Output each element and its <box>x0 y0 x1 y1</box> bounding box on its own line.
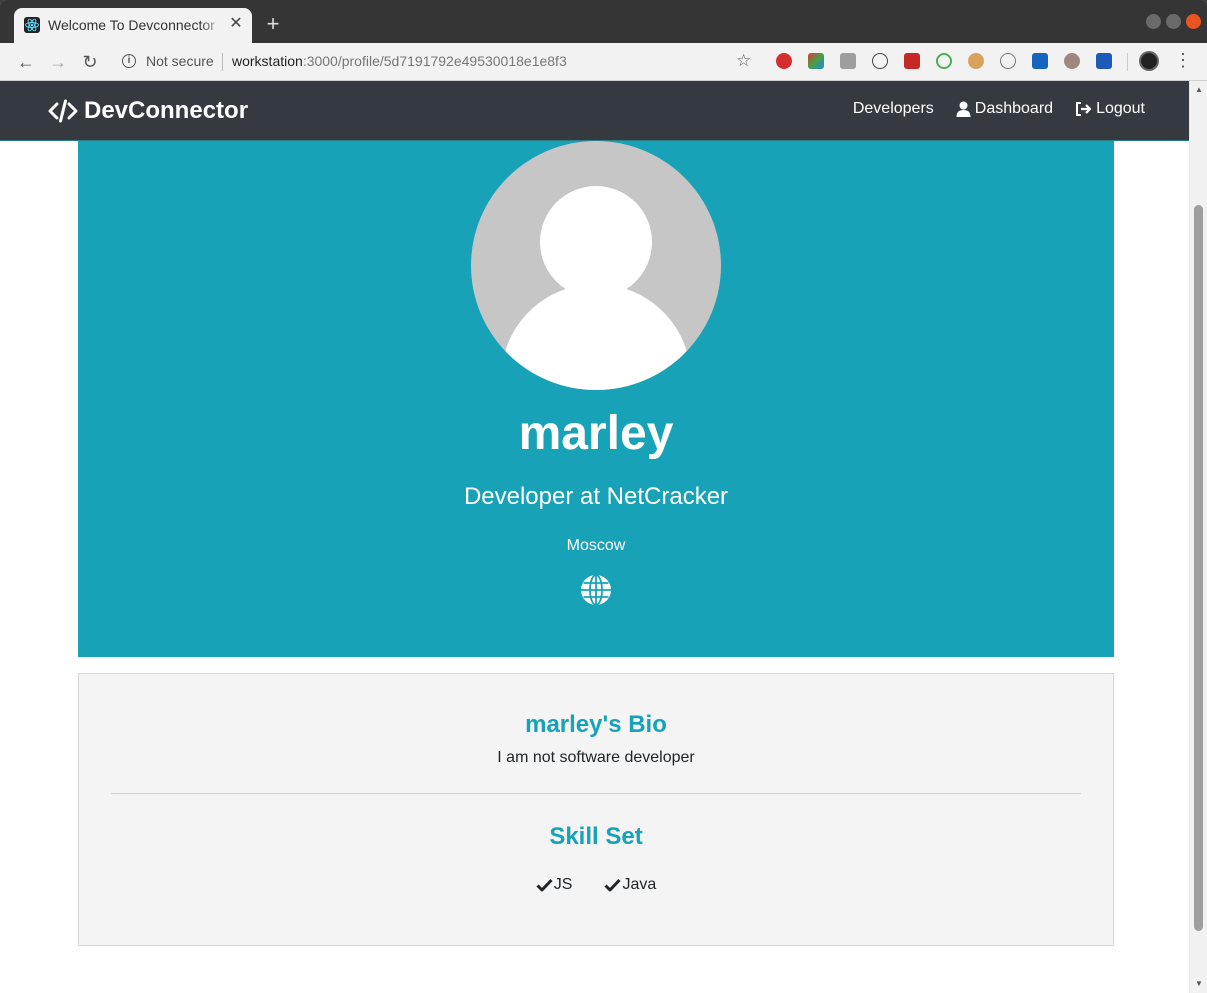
braces-icon[interactable] <box>872 53 888 69</box>
color-picker-icon[interactable] <box>808 53 824 69</box>
site-info-icon[interactable]: i <box>122 54 136 68</box>
minimize-button[interactable] <box>1146 14 1161 29</box>
nav-developers-label: Developers <box>852 100 934 117</box>
abp-icon[interactable] <box>776 53 792 69</box>
nav-developers-link[interactable]: Developers <box>853 100 934 118</box>
link-icon[interactable] <box>1000 53 1016 69</box>
lt-icon[interactable] <box>1032 53 1048 69</box>
tab-close-icon[interactable]: ✕ <box>228 14 244 34</box>
bio-text: I am not software developer <box>497 749 695 766</box>
page-viewport: DevConnector Developers Dashboard Logout… <box>0 81 1207 993</box>
user-icon <box>956 101 971 117</box>
security-label[interactable]: Not secure <box>146 53 214 69</box>
new-tab-button[interactable]: + <box>262 12 284 36</box>
url-divider <box>222 53 223 71</box>
address-bar[interactable]: workstation:3000/profile/5d7191792e49530… <box>232 53 567 69</box>
nav-links: Developers Dashboard Logout <box>831 100 1145 118</box>
scroll-up-arrow-icon[interactable]: ▲ <box>1190 83 1207 97</box>
page-scrollbar[interactable]: ▲ ▼ <box>1189 81 1207 993</box>
browser-menu-icon[interactable]: ⋮ <box>1174 50 1192 70</box>
skill-label: Java <box>622 876 657 893</box>
profile-job-title: Developer at NetCracker <box>463 483 729 510</box>
url-path: :3000/profile/5d7191792e49530018e1e8f3 <box>302 53 567 69</box>
browser-titlebar: Welcome To Devconnector ✕ + <box>0 0 1207 43</box>
divider <box>111 793 1081 794</box>
bookmark-star-icon[interactable]: ☆ <box>736 51 751 71</box>
sign-out-icon <box>1076 102 1092 116</box>
nav-logout-label: Logout <box>1096 100 1145 117</box>
profile-about-card: marley's Bio I am not software developer… <box>78 673 1114 946</box>
skill-label: JS <box>553 876 573 893</box>
skills-list: JS Java <box>79 876 1113 894</box>
check-icon <box>536 878 553 892</box>
brand-name: DevConnector <box>84 97 249 124</box>
toolbar-divider <box>1127 53 1128 71</box>
profile-location: Moscow <box>566 537 626 554</box>
target-icon[interactable] <box>936 53 952 69</box>
browser-profile-avatar[interactable] <box>1139 51 1159 71</box>
save-icon[interactable] <box>1096 53 1112 69</box>
code-icon <box>48 99 78 123</box>
nav-logout-link[interactable]: Logout <box>1075 100 1145 118</box>
js-icon[interactable] <box>840 53 856 69</box>
cookie-icon[interactable] <box>968 53 984 69</box>
back-arrow-icon[interactable]: ← <box>14 50 38 74</box>
globe-icon[interactable] <box>580 574 612 606</box>
scrollbar-thumb[interactable] <box>1194 205 1203 931</box>
browser-toolbar: ← → ↻ i Not secure workstation:3000/prof… <box>0 43 1207 81</box>
monkey-icon[interactable] <box>1064 53 1080 69</box>
skill-item: Java <box>604 876 656 894</box>
site-navbar: DevConnector Developers Dashboard Logout <box>0 81 1189 141</box>
tab-title: Welcome To Devconnector <box>48 17 224 33</box>
profile-name: marley <box>518 407 674 460</box>
puzzle-icon[interactable] <box>904 53 920 69</box>
avatar-head-shape <box>540 186 652 298</box>
nav-dashboard-label: Dashboard <box>974 100 1054 117</box>
skills-heading: Skill Set <box>549 823 643 850</box>
url-host: workstation <box>232 53 303 69</box>
forward-arrow-icon[interactable]: → <box>46 50 70 74</box>
reload-icon[interactable]: ↻ <box>78 50 102 74</box>
react-favicon-icon <box>24 17 40 33</box>
bio-heading: marley's Bio <box>525 711 667 738</box>
avatar-body-shape <box>501 284 691 390</box>
maximize-button[interactable] <box>1166 14 1181 29</box>
brand-link[interactable]: DevConnector <box>48 96 248 126</box>
avatar <box>471 141 721 390</box>
browser-window: Welcome To Devconnector ✕ + ← → ↻ i Not … <box>0 0 1207 993</box>
profile-top-card: marley Developer at NetCracker Moscow <box>78 141 1114 657</box>
check-icon <box>604 878 622 892</box>
scroll-down-arrow-icon[interactable]: ▼ <box>1190 977 1207 991</box>
skill-item: JS <box>536 876 573 894</box>
close-window-button[interactable] <box>1186 14 1201 29</box>
browser-tab[interactable]: Welcome To Devconnector ✕ <box>14 8 252 43</box>
nav-dashboard-link[interactable]: Dashboard <box>956 100 1053 118</box>
